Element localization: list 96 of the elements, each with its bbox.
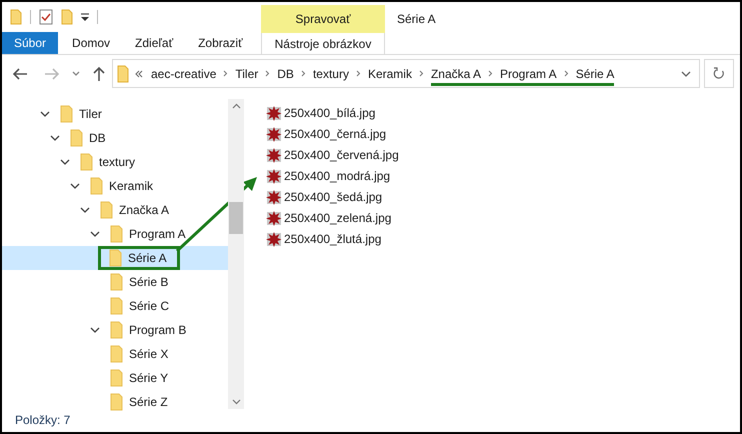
folder-label: Program B: [129, 322, 186, 339]
folder-icon: [110, 345, 123, 363]
image-file-icon: [266, 210, 283, 226]
file-item[interactable]: 250x400_žlutá.jpg: [266, 228, 399, 249]
scroll-down-icon[interactable]: [232, 399, 240, 405]
window-title: Série A: [396, 11, 436, 28]
folder-icon: [110, 273, 123, 291]
folder-icon: [60, 105, 73, 123]
folder-label: Série C: [129, 298, 170, 315]
chevron-icon[interactable]: [300, 70, 306, 77]
chevron-icon[interactable]: [564, 70, 569, 77]
file-item[interactable]: 250x400_červená.jpg: [266, 144, 399, 165]
expanded-chevron-icon[interactable]: [90, 229, 100, 239]
image-file-icon: [266, 188, 283, 204]
chevron-icon[interactable]: [418, 70, 424, 77]
folder-icon: [90, 177, 103, 195]
breadcrumb[interactable]: textury: [312, 64, 349, 82]
folder-icon: [110, 297, 123, 315]
image-file-icon: [266, 146, 283, 162]
tree-item[interactable]: DB: [2, 126, 228, 150]
image-file-icon: [266, 230, 283, 246]
folder-label: Série X: [129, 346, 168, 363]
folder-icon: [110, 321, 123, 339]
folder-icon: [100, 201, 113, 219]
customize-dropdown-icon[interactable]: [81, 12, 89, 22]
folder-label: Značka A: [119, 202, 170, 219]
folder-icon: [117, 64, 129, 82]
folder-label: Program A: [129, 226, 186, 243]
folder-label: textury: [99, 154, 136, 171]
tree-item[interactable]: Program A: [2, 222, 228, 246]
folder-icon: [70, 129, 83, 147]
tree-item[interactable]: Série X: [2, 342, 228, 366]
folder-icon: [80, 153, 93, 171]
file-tab[interactable]: Súbor: [2, 32, 58, 54]
chevron-icon[interactable]: [356, 70, 361, 77]
scroll-thumb[interactable]: [229, 202, 243, 234]
chevron-icon[interactable]: [223, 70, 228, 77]
tree-item[interactable]: Série Z: [2, 390, 228, 414]
refresh-button[interactable]: [704, 59, 734, 88]
recent-dropdown-icon[interactable]: [72, 70, 80, 76]
expanded-chevron-icon[interactable]: [80, 205, 90, 215]
back-icon[interactable]: [12, 66, 28, 80]
ribbon-tab[interactable]: Zdieľať: [123, 32, 186, 54]
tree-item[interactable]: Značka A: [2, 198, 228, 222]
breadcrumb[interactable]: aec-creative: [151, 64, 216, 82]
tree-item[interactable]: Program B: [2, 318, 228, 342]
breadcrumb[interactable]: DB: [277, 64, 294, 82]
folder-label: Série Y: [129, 370, 168, 387]
expanded-chevron-icon[interactable]: [50, 133, 60, 143]
scrollbar[interactable]: [228, 99, 244, 409]
folder-icon: [109, 249, 122, 267]
up-icon[interactable]: [92, 66, 106, 82]
folder-label: DB: [89, 130, 106, 147]
address-bar[interactable]: aec-creative Tiler DB textury Keramik Značka A Program A Série A: [112, 59, 700, 88]
image-file-icon: [266, 126, 283, 142]
tree-item[interactable]: textury: [2, 150, 228, 174]
context-group-label: Spravovať: [261, 5, 385, 33]
breadcrumb[interactable]: Značka A: [430, 64, 481, 82]
file-item[interactable]: 250x400_bílá.jpg: [266, 102, 399, 123]
folder-label: Série Z: [129, 394, 168, 411]
image-file-icon: [266, 168, 283, 184]
dropdown-icon[interactable]: [681, 70, 691, 76]
properties-icon[interactable]: [39, 9, 53, 26]
tree-item[interactable]: Série B: [2, 270, 228, 294]
chevron-icon[interactable]: [488, 70, 493, 77]
scroll-up-icon[interactable]: [232, 103, 240, 109]
status-text: Položky: 7: [14, 412, 72, 429]
image-file-icon: [266, 104, 283, 120]
breadcrumb[interactable]: Keramik: [368, 64, 412, 82]
expanded-chevron-icon[interactable]: [70, 181, 80, 191]
breadcrumb[interactable]: Tiler: [235, 64, 258, 82]
folder-label: Keramik: [109, 178, 154, 195]
file-item[interactable]: 250x400_modrá.jpg: [266, 165, 399, 186]
folder-icon: [110, 369, 123, 387]
tree-item[interactable]: Keramik: [2, 174, 228, 198]
file-item[interactable]: 250x400_zelená.jpg: [266, 207, 399, 228]
tree-item[interactable]: Série Y: [2, 366, 228, 390]
tree-item[interactable]: Tiler: [2, 102, 228, 126]
chevron-icon[interactable]: [265, 70, 270, 77]
ribbon-tab[interactable]: Zobraziť: [186, 32, 255, 54]
expanded-chevron-icon[interactable]: [90, 325, 100, 335]
refresh-icon: [713, 67, 725, 80]
folder-icon: [110, 393, 123, 411]
folder-label: Tiler: [79, 106, 102, 123]
folder-icon: [110, 225, 123, 243]
folder-label: Série B: [129, 274, 168, 291]
tree-item[interactable]: Série C: [2, 294, 228, 318]
overflow-chevron-icon[interactable]: [135, 70, 143, 78]
breadcrumb[interactable]: Program A: [500, 64, 557, 82]
expanded-chevron-icon[interactable]: [40, 109, 50, 119]
expanded-chevron-icon[interactable]: [60, 157, 70, 167]
file-item[interactable]: 250x400_černá.jpg: [266, 123, 399, 144]
breadcrumb[interactable]: Série A: [576, 64, 614, 82]
folder-label: Série A: [128, 250, 167, 267]
file-item[interactable]: 250x400_šedá.jpg: [266, 186, 399, 207]
ribbon-tab[interactable]: Domov: [60, 32, 122, 54]
